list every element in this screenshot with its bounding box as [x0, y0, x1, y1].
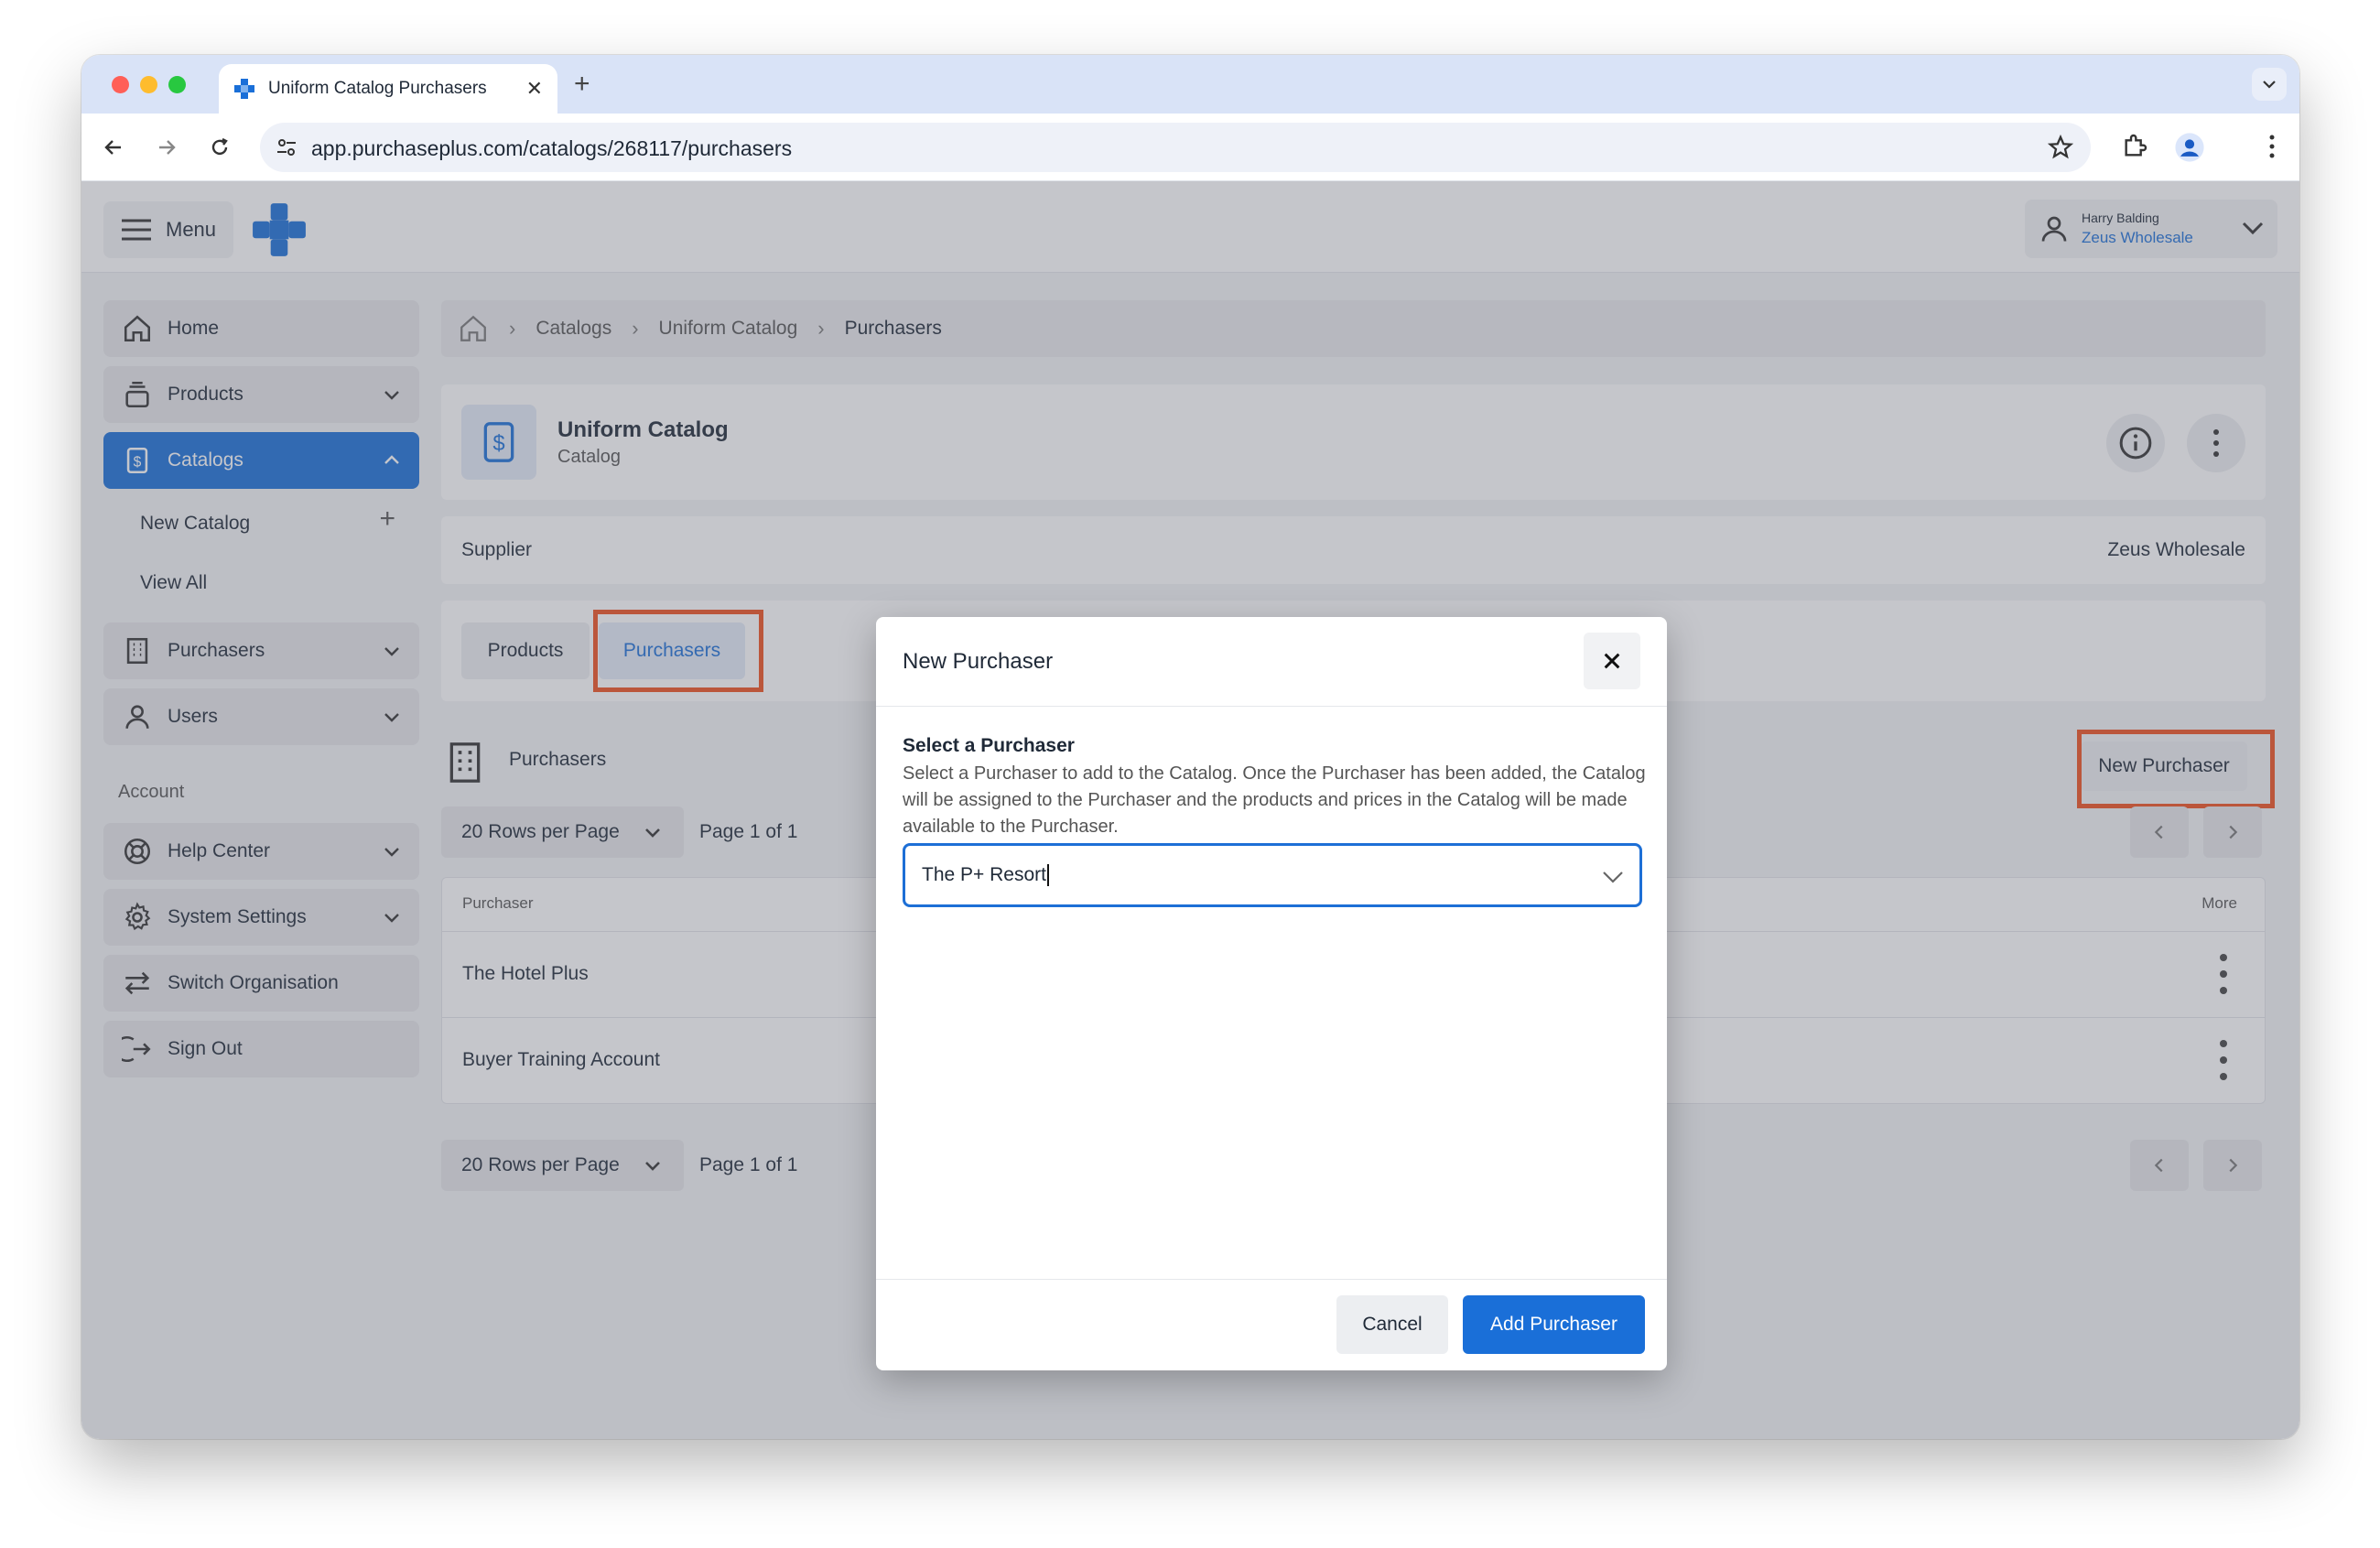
- browser-window: Uniform Catalog Purchasers ✕ + app.purch…: [81, 55, 2299, 1439]
- new-purchaser-dialog: New Purchaser Select a Purchaser Select …: [876, 617, 1667, 1370]
- minimize-window-button[interactable]: [140, 76, 157, 93]
- tab-search-button[interactable]: [2252, 68, 2287, 101]
- dialog-footer: Cancel Add Purchaser: [876, 1279, 1667, 1370]
- browser-tab[interactable]: Uniform Catalog Purchasers ✕: [219, 64, 557, 114]
- cancel-button[interactable]: Cancel: [1336, 1295, 1448, 1354]
- url-text: app.purchaseplus.com/catalogs/268117/pur…: [311, 136, 793, 160]
- profile-avatar-icon[interactable]: [2174, 132, 2205, 163]
- forward-button[interactable]: [153, 134, 180, 161]
- new-tab-button[interactable]: +: [574, 70, 590, 99]
- close-window-button[interactable]: [112, 76, 129, 93]
- reload-icon: [211, 137, 228, 156]
- bookmark-star-icon[interactable]: [2047, 134, 2074, 161]
- chevron-down-icon: [2263, 81, 2276, 89]
- purchaseplus-app: Menu Harry Balding Zeus Wholesale Home P…: [81, 181, 2299, 1439]
- dialog-title: New Purchaser: [903, 649, 1054, 674]
- site-settings-icon: [277, 139, 296, 156]
- address-bar[interactable]: app.purchaseplus.com/catalogs/268117/pur…: [260, 123, 2091, 172]
- close-icon: [1604, 653, 1620, 669]
- dialog-close-button[interactable]: [1584, 633, 1640, 689]
- arrow-right-icon: [159, 140, 176, 155]
- browser-tab-strip: Uniform Catalog Purchasers ✕ +: [81, 55, 2299, 114]
- purchaser-select[interactable]: The P+ Resort: [903, 843, 1642, 907]
- purchaser-select-value[interactable]: The P+ Resort: [922, 864, 1049, 887]
- purchaseplus-favicon-icon: [234, 79, 254, 99]
- add-purchaser-button[interactable]: Add Purchaser: [1463, 1295, 1645, 1354]
- browser-menu-icon[interactable]: [2267, 132, 2277, 161]
- extensions-icon[interactable]: [2120, 132, 2149, 161]
- arrow-left-icon: [104, 140, 121, 155]
- chevron-down-icon[interactable]: [1601, 866, 1625, 888]
- browser-toolbar: app.purchaseplus.com/catalogs/268117/pur…: [81, 114, 2299, 181]
- maximize-window-button[interactable]: [168, 76, 186, 93]
- reload-button[interactable]: [206, 134, 233, 161]
- tab-close-icon[interactable]: ✕: [526, 77, 543, 101]
- select-purchaser-description: Select a Purchaser to add to the Catalog…: [903, 763, 1646, 837]
- browser-tab-title: Uniform Catalog Purchasers: [268, 79, 487, 98]
- select-purchaser-label: Select a Purchaser: [903, 735, 1075, 756]
- text-cursor: [1046, 864, 1049, 887]
- back-button[interactable]: [100, 134, 127, 161]
- dialog-header: New Purchaser: [876, 617, 1667, 707]
